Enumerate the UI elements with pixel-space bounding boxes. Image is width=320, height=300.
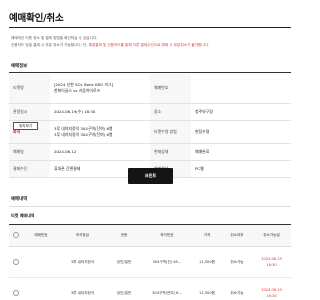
seat-line-2: 3루 내야지정석 304구역(잔여) 6열	[54, 131, 113, 137]
table-row: 3루 내야지정석 성인/일반 304구역(잔여) 6... 11,500원 취소…	[9, 277, 291, 300]
status-value: 예매완료	[191, 143, 291, 161]
booking-info-table: 티켓명 [2024 신한 SOL Bank KBO 리그] 한화이글스 vs 키…	[9, 74, 291, 178]
row-ticket-type: 성인/일반	[106, 277, 142, 300]
booked-date-value: 2024.06.12	[50, 143, 150, 161]
booking-info-heading: 예매정보	[11, 64, 28, 69]
row-select-cell	[9, 277, 23, 300]
info-row-seat: 좌석 3루 내야지정석 304구역(잔여) 6열 3루 내야지정석 304구역(…	[9, 120, 291, 144]
col-booking-no: 예매번호	[23, 224, 59, 247]
venue-label: 장소	[150, 103, 191, 121]
col-price: 가격	[192, 224, 222, 247]
ticket-value: [2024 신한 SOL Bank KBO 리그] 한화이글스 vs 키움히어로…	[50, 74, 150, 104]
channel-value: PC웹	[191, 160, 291, 178]
row-cancel-date-time: 16:30	[266, 294, 277, 298]
row-checkbox[interactable]	[13, 289, 19, 296]
booking-no-value	[191, 74, 291, 104]
notice-warning: 특정결제 및 신용카드를 통해 다른 결제수단으로 예매 시 부분취소가 불가합…	[88, 43, 210, 47]
status-label: 현재상태	[150, 143, 191, 161]
notice-line-1: 예매하신 티켓 취소 및 결제 방법을 확인하실 수 있습니다.	[11, 36, 97, 41]
row-cancel-date: 2024.06.19 16:30	[252, 277, 291, 300]
show-date-value: 2024.06.19(수) 18:30	[50, 103, 150, 121]
row-seat-no: 304구역(잔여) 6...	[142, 277, 192, 300]
col-ticket-type: 권종	[106, 224, 142, 247]
booked-date-label: 예매일	[9, 143, 50, 161]
table-row: 3루 내야지정석 성인/일반 304구역(잔) 65... 11,500원 취소…	[9, 246, 291, 278]
seat-value: 3루 내야지정석 304구역(잔여) 6열 3루 내야지정석 304구역(잔여)…	[50, 120, 150, 144]
col-seat-grade: 좌석등급	[59, 224, 106, 247]
title-divider	[9, 27, 291, 28]
row-cancel-status: 취소가능	[222, 246, 252, 278]
row-price: 11,500원	[192, 277, 222, 300]
select-all-checkbox[interactable]	[13, 232, 19, 238]
notice-line-2: 신용카드 당일 결제 시 부분 취소가 가능합니다. 단, 특정결제 및 신용카…	[11, 43, 209, 48]
print-button[interactable]: 프린트	[128, 168, 173, 184]
booking-no-label: 예매번호	[150, 74, 191, 104]
receive-label: 티켓수령 방법	[150, 120, 191, 144]
select-all-cell	[9, 224, 23, 247]
notice-text-2: 신용카드 당일 결제 시 부분 취소가 가능합니다. 단,	[11, 43, 88, 47]
payment-label: 결제수단	[9, 160, 50, 178]
notice-text-1: 예매하신 티켓 취소 및 결제 방법을 확인하실 수 있습니다.	[11, 36, 98, 40]
booking-details-divider	[9, 206, 291, 207]
info-row-date: 관람일시 2024.06.19(수) 18:30 장소 청주야구장	[9, 103, 291, 121]
ticket-details-table: 예매번호 좌석등급 권종 좌석번호 가격 취소여부 취소가능일 3루 내야지정석…	[9, 224, 291, 300]
show-date-label: 관람일시	[9, 103, 50, 121]
ticket-name-line2: 한화이글스 vs 키움히어로즈	[54, 88, 101, 94]
booking-info-divider	[9, 72, 291, 73]
row-seat-grade: 3루 내야지정석	[59, 277, 106, 300]
seat-location-tooltip[interactable]: 위치보기	[13, 122, 38, 130]
info-row-booked: 예매일 2024.06.12 현재상태 예매완료	[9, 143, 291, 161]
row-cancel-status: 취소가능	[222, 277, 252, 300]
row-seat-no: 304구역(잔) 65...	[142, 246, 192, 278]
row-seat-grade: 3루 내야지정석	[59, 246, 106, 278]
row-select-cell	[9, 246, 23, 278]
row-cancel-date: 2024.06.19 16:30	[252, 246, 291, 278]
ticket-details-subheading: 티켓 예매내역	[11, 213, 35, 218]
row-booking-no	[23, 246, 59, 278]
col-cancel-date: 취소가능일	[252, 224, 291, 247]
booking-details-heading: 예매내역	[11, 197, 28, 202]
ticket-label: 티켓명	[9, 74, 50, 104]
receive-value: 현장수령	[191, 120, 291, 144]
row-price: 11,500원	[192, 246, 222, 278]
row-cancel-date-time: 16:30	[266, 263, 277, 267]
col-cancel: 취소여부	[222, 224, 252, 247]
table-header-row: 예매번호 좌석등급 권종 좌석번호 가격 취소여부 취소가능일	[9, 224, 291, 247]
row-booking-no	[23, 277, 59, 300]
page-title: 예매확인/취소	[9, 13, 64, 24]
row-ticket-type: 성인/일반	[106, 246, 142, 278]
venue-value: 청주야구장	[191, 103, 291, 121]
row-checkbox[interactable]	[13, 258, 19, 265]
info-row-ticket: 티켓명 [2024 신한 SOL Bank KBO 리그] 한화이글스 vs 키…	[9, 74, 291, 104]
col-seat-no: 좌석번호	[142, 224, 192, 247]
